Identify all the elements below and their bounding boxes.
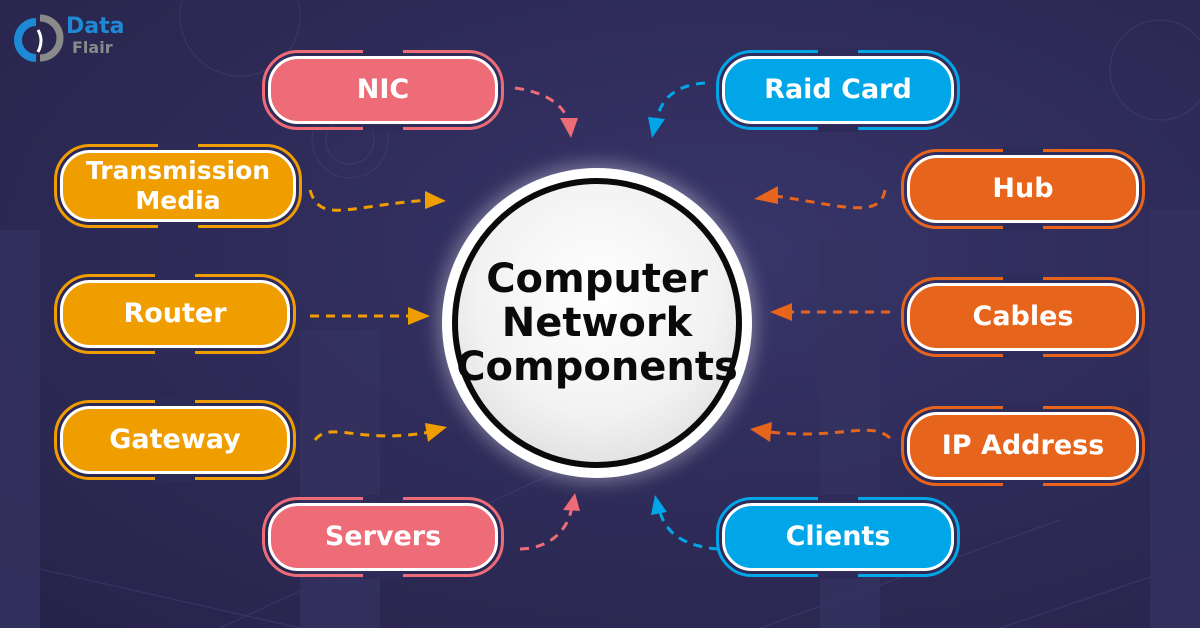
center-title-line-3: Components — [456, 344, 738, 390]
arrowhead-servers — [563, 493, 580, 511]
center-title: Computer Network Components — [456, 257, 738, 389]
center-title-line-1: Computer — [486, 256, 708, 302]
component-label: Servers — [324, 521, 442, 552]
component-hub: Hub — [907, 155, 1139, 223]
component-servers: Servers — [268, 503, 498, 571]
component-cables: Cables — [907, 283, 1139, 351]
frame-gap-top — [155, 398, 195, 405]
component-gateway: Gateway — [60, 406, 290, 474]
center-hub-circle: Computer Network Components — [442, 168, 752, 478]
frame-gap-bottom — [158, 223, 198, 230]
arrowhead-router — [408, 307, 430, 325]
component-label: IP Address — [941, 430, 1105, 461]
component-label: Hub — [992, 173, 1054, 204]
component-router: Router — [60, 280, 290, 348]
arrow-hub — [774, 189, 887, 210]
arrow-servers — [519, 504, 574, 551]
component-label: Router — [123, 298, 227, 329]
frame-gap-bottom — [363, 125, 403, 132]
frame-gap-top — [155, 272, 195, 279]
frame-gap-top — [1003, 147, 1043, 154]
frame-gap-top — [363, 495, 403, 502]
component-ip-address: IP Address — [907, 412, 1139, 480]
component-label: NIC — [356, 74, 410, 105]
frame-gap-bottom — [363, 572, 403, 579]
arrowhead-raid-card — [648, 117, 665, 138]
frame-gap-top — [158, 142, 198, 149]
frame-gap-bottom — [818, 572, 858, 579]
frame-gap-top — [363, 48, 403, 55]
frame-gap-bottom — [818, 125, 858, 132]
component-label: Raid Card — [764, 74, 912, 105]
component-label: Cables — [972, 301, 1074, 332]
frame-gap-top — [818, 495, 858, 502]
frame-gap-bottom — [155, 349, 195, 356]
arrowhead-cables — [770, 303, 792, 321]
component-raid-card: Raid Card — [722, 56, 954, 124]
frame-gap-top — [1003, 275, 1043, 282]
frame-gap-bottom — [1003, 224, 1043, 231]
arrow-transmission-media — [308, 189, 431, 212]
arrow-clients — [658, 511, 719, 551]
arrowhead-nic — [560, 118, 578, 138]
frame-gap-bottom — [1003, 352, 1043, 359]
frame-gap-bottom — [1003, 481, 1043, 488]
arrowhead-gateway — [425, 423, 447, 442]
frame-gap-bottom — [155, 475, 195, 482]
arrowhead-hub — [754, 186, 778, 204]
arrowhead-clients — [651, 495, 667, 515]
component-label: Clients — [785, 521, 891, 552]
component-label: Gateway — [109, 424, 241, 455]
component-nic: NIC — [268, 56, 498, 124]
frame-gap-top — [818, 48, 858, 55]
component-transmission-media: Transmission Media — [60, 150, 296, 222]
arrowhead-transmission-media — [425, 191, 446, 209]
arrow-gateway — [313, 430, 431, 441]
component-label: Transmission Media — [85, 156, 271, 215]
arrow-raid-card — [655, 81, 706, 121]
arrow-ip-address — [769, 428, 892, 440]
arrow-nic — [514, 86, 570, 123]
arrowhead-ip-address — [750, 422, 772, 442]
center-title-line-2: Network — [501, 300, 693, 346]
component-clients: Clients — [722, 503, 954, 571]
diagram-canvas: Data Flair Computer Network Components N… — [0, 0, 1200, 628]
frame-gap-top — [1003, 404, 1043, 411]
